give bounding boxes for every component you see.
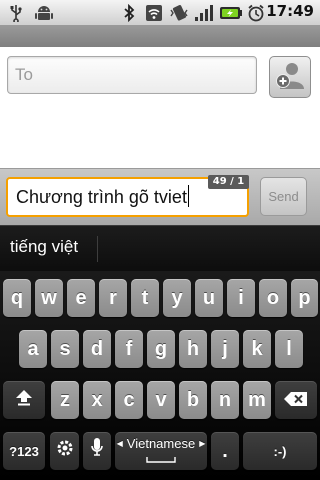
vibrate-icon xyxy=(168,3,190,22)
compose-area: To xyxy=(0,47,320,168)
backspace-key[interactable] xyxy=(275,381,317,419)
voice-input-key[interactable] xyxy=(83,432,111,470)
recipient-placeholder: To xyxy=(15,65,33,84)
battery-charging-icon xyxy=(219,3,243,22)
space-bar-icon xyxy=(146,451,176,466)
key-f[interactable]: f xyxy=(115,330,143,368)
key-o[interactable]: o xyxy=(259,279,287,317)
shift-icon xyxy=(15,388,33,412)
alarm-icon xyxy=(246,3,266,22)
key-y[interactable]: y xyxy=(163,279,191,317)
key-e[interactable]: e xyxy=(67,279,95,317)
add-contact-button[interactable] xyxy=(269,56,311,98)
key-s[interactable]: s xyxy=(51,330,79,368)
settings-gear-icon xyxy=(56,439,74,463)
key-t[interactable]: t xyxy=(131,279,159,317)
status-bar: 17:49 xyxy=(0,0,320,25)
key-g[interactable]: g xyxy=(147,330,175,368)
clock: 17:49 xyxy=(266,2,314,20)
recipient-field[interactable]: To xyxy=(7,56,257,94)
language-next-icon: ▶ xyxy=(199,439,206,448)
key-j[interactable]: j xyxy=(211,330,239,368)
key-h[interactable]: h xyxy=(179,330,207,368)
soft-keyboard: q w e r t y u i o p a s d f g h j k l z … xyxy=(0,271,320,480)
language-switch-key[interactable]: ◀ Vietnamese ▶ xyxy=(115,432,207,470)
language-row: ◀ Vietnamese ▶ xyxy=(117,436,206,451)
language-prev-icon: ◀ xyxy=(116,439,123,448)
signal-icon xyxy=(193,3,215,22)
usb-icon xyxy=(6,3,26,22)
key-x[interactable]: x xyxy=(83,381,111,419)
period-key[interactable]: . xyxy=(211,432,239,470)
wifi-icon xyxy=(145,3,163,22)
message-text: Chương trình gõ tviet xyxy=(16,187,187,207)
key-k[interactable]: k xyxy=(243,330,271,368)
symbols-key[interactable]: ?123 xyxy=(3,432,45,470)
key-c[interactable]: c xyxy=(115,381,143,419)
key-n[interactable]: n xyxy=(211,381,239,419)
add-contact-icon xyxy=(274,59,306,95)
key-l[interactable]: l xyxy=(275,330,303,368)
header-strip xyxy=(0,25,320,47)
key-a[interactable]: a xyxy=(19,330,47,368)
character-counter: 49 / 1 xyxy=(208,175,249,189)
send-button[interactable]: Send xyxy=(260,177,307,216)
bluetooth-icon xyxy=(120,3,138,22)
suggestion-bar: tiếng việt xyxy=(0,225,320,271)
suggestion-divider xyxy=(97,236,98,262)
key-i[interactable]: i xyxy=(227,279,255,317)
shift-key[interactable] xyxy=(3,381,45,419)
suggestion-candidate[interactable]: tiếng việt xyxy=(10,237,78,257)
key-z[interactable]: z xyxy=(51,381,79,419)
key-m[interactable]: m xyxy=(243,381,271,419)
key-r[interactable]: r xyxy=(99,279,127,317)
key-v[interactable]: v xyxy=(147,381,175,419)
key-q[interactable]: q xyxy=(3,279,31,317)
settings-key[interactable] xyxy=(50,432,79,470)
key-b[interactable]: b xyxy=(179,381,207,419)
message-bar: Chương trình gõ tviet 49 / 1 Send xyxy=(0,168,320,225)
android-debug-icon xyxy=(33,3,55,22)
smiley-key[interactable]: :-) xyxy=(243,432,317,470)
key-u[interactable]: u xyxy=(195,279,223,317)
key-p[interactable]: p xyxy=(291,279,318,317)
text-cursor xyxy=(187,185,189,207)
microphone-icon xyxy=(90,437,104,465)
key-w[interactable]: w xyxy=(35,279,63,317)
backspace-icon xyxy=(284,389,308,412)
key-d[interactable]: d xyxy=(83,330,111,368)
language-label: Vietnamese xyxy=(126,436,196,451)
